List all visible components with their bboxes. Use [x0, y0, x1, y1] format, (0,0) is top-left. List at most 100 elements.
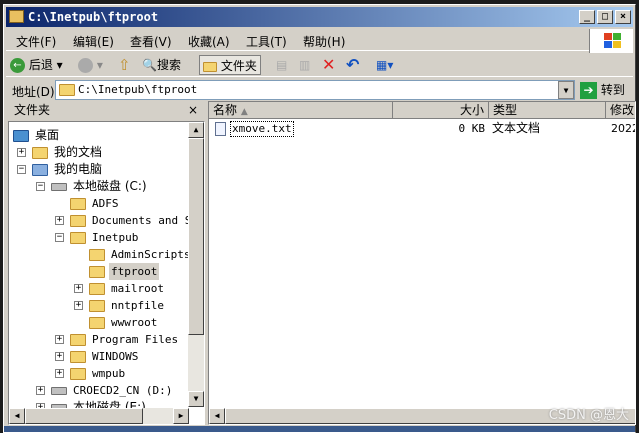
- expand-icon[interactable]: +: [55, 352, 64, 361]
- tree-item[interactable]: + nntpfile: [9, 297, 189, 314]
- folder-tree: 桌面 + 我的文档 − 我的电脑 − 本地磁盘 (C:) ADFS + Documents and…: [8, 121, 205, 425]
- go-arrow-icon: ➔: [580, 82, 597, 99]
- collapse-icon[interactable]: −: [55, 233, 64, 242]
- menu-favorites[interactable]: 收藏(A): [188, 33, 230, 50]
- back-label: 后退: [28, 58, 53, 72]
- toolbar: ← 后退 ▾ ▾ ⇧ 🔍搜索 文件夹 ▤ ▥ ✕ ↶ ▦▾: [6, 53, 633, 77]
- tree-item[interactable]: + Program Files: [9, 331, 189, 348]
- expand-icon[interactable]: +: [55, 216, 64, 225]
- column-name[interactable]: 名称 ▲: [209, 102, 393, 119]
- go-label: 转到: [600, 83, 625, 97]
- tree-item[interactable]: − 我的电脑: [9, 161, 189, 178]
- menu-view[interactable]: 查看(V): [130, 33, 172, 50]
- forward-button[interactable]: ▾: [78, 55, 103, 75]
- maximize-button[interactable]: □: [597, 10, 613, 24]
- column-type[interactable]: 类型: [489, 102, 606, 119]
- close-folders-pane-button[interactable]: ×: [188, 101, 198, 120]
- tree-item-label: 本地磁盘 (C:): [73, 179, 147, 193]
- views-button[interactable]: ▦▾: [376, 55, 393, 75]
- menu-tools[interactable]: 工具(T): [246, 33, 287, 50]
- scroll-down-button[interactable]: ▼: [188, 391, 204, 407]
- tree-item-label: Program Files: [92, 333, 179, 346]
- expand-icon[interactable]: +: [74, 301, 83, 310]
- tree-item[interactable]: + CROECD2_CN (D:): [9, 382, 189, 399]
- tree-item[interactable]: − Inetpub: [9, 229, 189, 246]
- tree-item[interactable]: + wmpub: [9, 365, 189, 382]
- expand-icon[interactable]: +: [55, 335, 64, 344]
- tree-item[interactable]: AdminScripts: [9, 246, 190, 263]
- undo-button[interactable]: ↶: [346, 55, 359, 75]
- tree-item[interactable]: 桌面: [9, 127, 189, 144]
- tree-item[interactable]: + Documents and Se: [9, 212, 198, 229]
- expand-icon[interactable]: +: [74, 284, 83, 293]
- back-arrow-icon: ←: [10, 58, 25, 73]
- folder-icon: [70, 215, 86, 227]
- scroll-right-button[interactable]: ▶: [173, 408, 189, 424]
- go-button[interactable]: ➔ 转到: [580, 80, 625, 100]
- tree-item-label: ADFS: [92, 197, 119, 210]
- sort-ascending-icon: ▲: [240, 107, 248, 117]
- menu-help[interactable]: 帮助(H): [303, 33, 345, 50]
- address-label: 地址(D): [12, 85, 55, 99]
- scroll-up-button[interactable]: ▲: [188, 122, 204, 138]
- status-strip: [4, 426, 635, 432]
- move-to-button[interactable]: ▤: [276, 55, 287, 75]
- tree-item-label: Documents and Se: [92, 214, 198, 227]
- tree-item-label: nntpfile: [111, 299, 164, 312]
- scroll-thumb[interactable]: [188, 138, 204, 335]
- copy-to-button[interactable]: ▥: [299, 55, 310, 75]
- expand-icon[interactable]: +: [36, 386, 45, 395]
- folder-icon: [70, 351, 86, 363]
- cd-drive-icon: [51, 387, 67, 395]
- computer-icon: [32, 164, 48, 176]
- column-modified[interactable]: 修改: [606, 102, 635, 119]
- file-modified: 2022: [611, 122, 635, 135]
- tree-horizontal-scrollbar[interactable]: ◀ ▶: [9, 408, 189, 424]
- tree-item[interactable]: + WINDOWS: [9, 348, 189, 365]
- column-size[interactable]: 大小: [393, 102, 489, 119]
- address-value: C:\Inetpub\ftproot: [78, 83, 198, 96]
- address-input[interactable]: C:\Inetpub\ftproot ▼: [55, 80, 575, 100]
- tree-item-label: 我的文档: [54, 145, 103, 159]
- scroll-left-button[interactable]: ◀: [209, 408, 225, 424]
- menu-file[interactable]: 文件(F): [16, 33, 56, 50]
- folders-pane-header: 文件夹 ×: [8, 101, 204, 120]
- collapse-icon[interactable]: −: [17, 165, 26, 174]
- desktop-icon: [13, 130, 29, 142]
- tree-vertical-scrollbar[interactable]: ▲ ▼: [188, 122, 204, 407]
- tree-item[interactable]: + mailroot: [9, 280, 189, 297]
- minimize-button[interactable]: _: [579, 10, 595, 24]
- folder-icon: [89, 249, 105, 261]
- folder-icon: [89, 266, 105, 278]
- collapse-icon[interactable]: −: [36, 182, 45, 191]
- file-row[interactable]: xmove.txt 0 KB 文本文档 2022: [209, 120, 635, 137]
- tree-item[interactable]: + 我的文档: [9, 144, 189, 161]
- search-button[interactable]: 🔍搜索: [142, 55, 181, 75]
- folder-icon: [89, 317, 105, 329]
- tree-item[interactable]: ADFS: [9, 195, 189, 212]
- folder-icon: [70, 368, 86, 380]
- menu-edit[interactable]: 编辑(E): [73, 33, 114, 50]
- back-button[interactable]: ← 后退 ▾: [10, 55, 63, 75]
- tree-item[interactable]: − 本地磁盘 (C:): [9, 178, 189, 195]
- expand-icon[interactable]: +: [55, 369, 64, 378]
- file-name: xmove.txt: [230, 121, 294, 137]
- scroll-left-button[interactable]: ◀: [9, 408, 25, 424]
- tree-item[interactable]: ftproot: [9, 263, 189, 280]
- up-folder-button[interactable]: ⇧: [118, 55, 131, 75]
- tree-item-label: CROECD2_CN (D:): [73, 384, 173, 397]
- delete-button[interactable]: ✕: [322, 55, 335, 75]
- forward-arrow-icon: [78, 58, 93, 73]
- close-button[interactable]: ×: [615, 10, 631, 24]
- hard-drive-icon: [51, 183, 67, 191]
- file-list: 名称 ▲ 大小 类型 修改 xmove.txt 0 KB 文本文档 2022 ◀: [208, 101, 636, 425]
- tree-item[interactable]: wwwroot: [9, 314, 189, 331]
- tree-item-label: 我的电脑: [54, 162, 103, 176]
- tree-item-label: wmpub: [92, 367, 126, 380]
- folder-icon: [89, 300, 105, 312]
- scroll-thumb[interactable]: [25, 408, 143, 424]
- folders-button[interactable]: 文件夹: [199, 55, 261, 75]
- expand-icon[interactable]: +: [17, 148, 26, 157]
- folder-icon: [9, 10, 24, 23]
- address-dropdown-button[interactable]: ▼: [558, 81, 574, 99]
